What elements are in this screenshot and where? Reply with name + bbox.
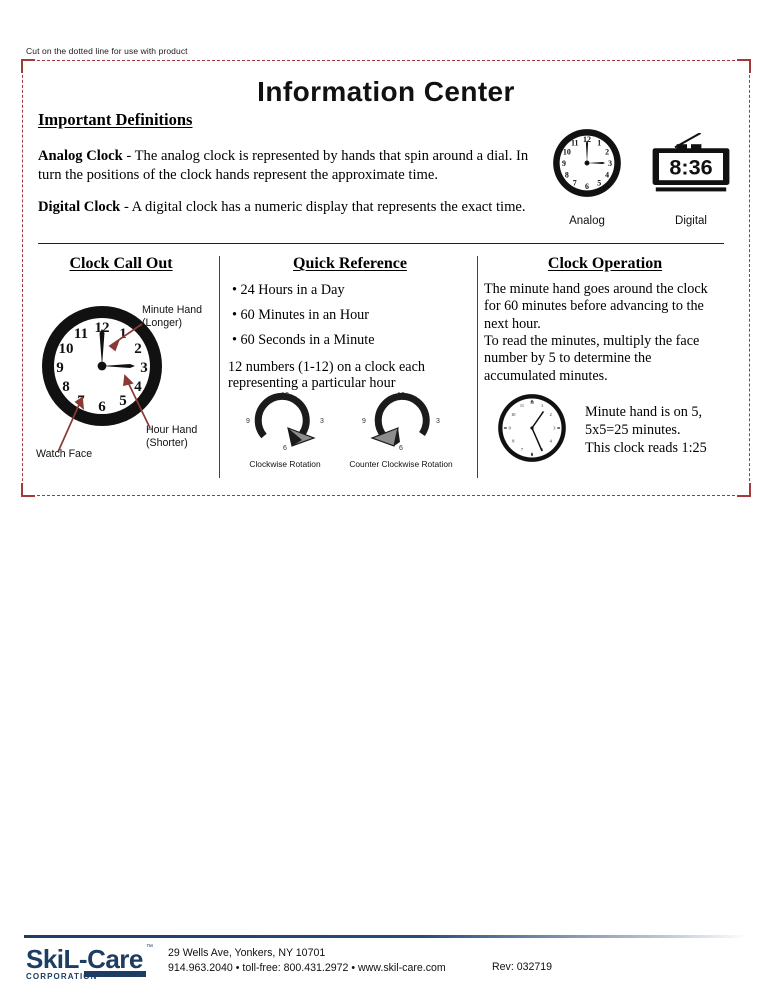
footer-address: 29 Wells Ave, Yonkers, NY 10701 <box>168 947 326 959</box>
svg-text:11: 11 <box>520 403 524 408</box>
list-item: • 24 Hours in a Day <box>232 282 345 298</box>
svg-text:3: 3 <box>608 159 612 168</box>
svg-text:1: 1 <box>597 139 601 148</box>
trademark-icon: ™ <box>146 944 153 951</box>
digital-figure-caption: Digital <box>675 215 707 227</box>
operation-paragraph-1: The minute hand goes around the clock fo… <box>484 281 708 332</box>
label-hour-hand-line1: Hour Hand <box>146 424 198 436</box>
definitions-body: Analog Clock - The analog clock is repre… <box>38 147 538 231</box>
column-divider-2 <box>477 256 478 478</box>
column-heading-quick-reference: Quick Reference <box>293 255 407 272</box>
column-clock-operation: Clock Operation The minute hand goes aro… <box>484 255 726 385</box>
definition-analog: Analog Clock - The analog clock is repre… <box>38 147 538 184</box>
svg-text:8: 8 <box>62 379 70 395</box>
svg-text:11: 11 <box>571 139 579 148</box>
svg-text:10: 10 <box>511 412 515 417</box>
label-minute-hand-line2: (Longer) <box>142 316 183 329</box>
corner-bracket-bottom-left <box>21 482 36 497</box>
counter-clockwise-rotation-diagram: 12 3 6 9 Counter Clockwise Rotation <box>346 388 456 469</box>
svg-text:4: 4 <box>605 170 609 179</box>
svg-text:6: 6 <box>399 445 403 452</box>
svg-text:2: 2 <box>134 341 142 357</box>
logo-wordmark: SkiL-Care <box>26 944 143 974</box>
footer-divider <box>24 935 748 938</box>
svg-text:10: 10 <box>59 341 74 357</box>
svg-text:3: 3 <box>140 360 148 376</box>
list-item: • 60 Seconds in a Minute <box>232 332 375 349</box>
svg-text:3: 3 <box>553 425 555 430</box>
quick-reference-list: • 24 Hours in a Day • 60 Minutes in an H… <box>232 283 474 348</box>
label-minute-hand: Minute Hand (Longer) <box>142 304 202 329</box>
example-clock-icon: 1212 345 678 91011 <box>496 392 568 464</box>
svg-text:4: 4 <box>134 379 142 395</box>
svg-text:3: 3 <box>320 418 324 425</box>
svg-text:9: 9 <box>562 159 566 168</box>
definition-text-digital: A digital clock has a numeric display th… <box>131 199 526 216</box>
example-line-3: This clock reads 1:25 <box>585 439 707 456</box>
svg-text:8: 8 <box>512 438 514 443</box>
svg-text:9: 9 <box>362 418 366 425</box>
footer-revision: Rev: 032719 <box>492 961 553 973</box>
svg-text:9: 9 <box>246 418 250 425</box>
svg-text:5: 5 <box>119 393 127 409</box>
svg-text:6: 6 <box>283 445 287 452</box>
divider-horizontal <box>38 243 724 244</box>
corner-bracket-bottom-right <box>736 482 751 497</box>
svg-text:3: 3 <box>436 418 440 425</box>
column-quick-reference: Quick Reference • 24 Hours in a Day • 60… <box>226 255 474 392</box>
rotation-diagrams: 12 3 6 9 Clockwise Rotation 12 3 6 9 Counter C… <box>226 388 474 474</box>
svg-text:6: 6 <box>98 399 106 415</box>
label-watch-face: Watch Face <box>36 448 93 460</box>
clock-call-out-diagram: 1212 345 678 91011 Minute Hand (Longer) <box>30 288 220 478</box>
svg-text:8: 8 <box>565 170 569 179</box>
corner-bracket-top-right <box>736 59 751 74</box>
operation-paragraph-2: To read the minutes, multiply the face n… <box>484 332 700 384</box>
label-minute-hand-line1: Minute Hand <box>142 304 203 316</box>
example-line-2: 5x5=25 minutes. <box>585 421 681 438</box>
example-line-1: Minute hand is on 5, <box>585 404 703 420</box>
svg-text:11: 11 <box>74 326 88 342</box>
label-hour-hand: Hour Hand (Shorter) <box>146 424 197 449</box>
cut-instruction-text: Cut on the dotted line for use with prod… <box>26 46 188 56</box>
footer-phone-web: 914.963.2040 • toll-free: 800.431.2972 •… <box>168 962 446 975</box>
example-explanation: Minute hand is on 5, 5x5=25 minutes. Thi… <box>585 404 745 457</box>
definition-digital: Digital Clock - A digital clock has a nu… <box>38 198 538 217</box>
definition-term-analog: Analog Clock <box>38 148 123 164</box>
analog-clock-icon: 12 1 2 345 678 9 10 11 <box>551 127 623 199</box>
section-heading-definitions: Important Definitions <box>38 110 193 129</box>
svg-text:2: 2 <box>550 412 552 417</box>
definition-dash-digital: - <box>120 199 132 216</box>
svg-text:2: 2 <box>605 147 609 156</box>
logo-accent-bar <box>84 971 146 977</box>
information-center-page: Cut on the dotted line for use with prod… <box>0 0 772 1000</box>
svg-text:10: 10 <box>563 147 571 156</box>
analog-figure-caption: Analog <box>569 215 605 227</box>
footer-contact: 29 Wells Ave, Yonkers, NY 10701 914.963.… <box>168 946 446 977</box>
clockwise-rotation-diagram: 12 3 6 9 Clockwise Rotation <box>230 388 340 469</box>
svg-text:9: 9 <box>56 360 64 376</box>
corner-bracket-top-left <box>21 59 36 74</box>
column-heading-operation: Clock Operation <box>547 255 663 272</box>
svg-text:7: 7 <box>573 178 577 187</box>
svg-text:1: 1 <box>541 403 543 408</box>
clockwise-rotation-label: Clockwise Rotation <box>249 459 321 469</box>
page-title: Information Center <box>257 76 515 107</box>
definition-term-digital: Digital Clock <box>38 199 121 216</box>
list-item: • 60 Minutes in an Hour <box>232 307 369 324</box>
digital-clock-display: 8:36 <box>669 155 712 180</box>
svg-text:6: 6 <box>585 182 589 191</box>
digital-clock-icon: 8:36 <box>643 132 739 197</box>
svg-text:5: 5 <box>597 178 601 187</box>
definition-dash-analog: - <box>122 148 135 164</box>
counter-clockwise-rotation-label: Counter Clockwise Rotation <box>349 459 453 469</box>
column-heading-call-out: Clock Call Out <box>69 255 173 272</box>
svg-text:9: 9 <box>509 425 511 430</box>
column-clock-call-out: Clock Call Out <box>28 255 214 279</box>
label-hour-hand-line2: (Shorter) <box>146 436 188 449</box>
